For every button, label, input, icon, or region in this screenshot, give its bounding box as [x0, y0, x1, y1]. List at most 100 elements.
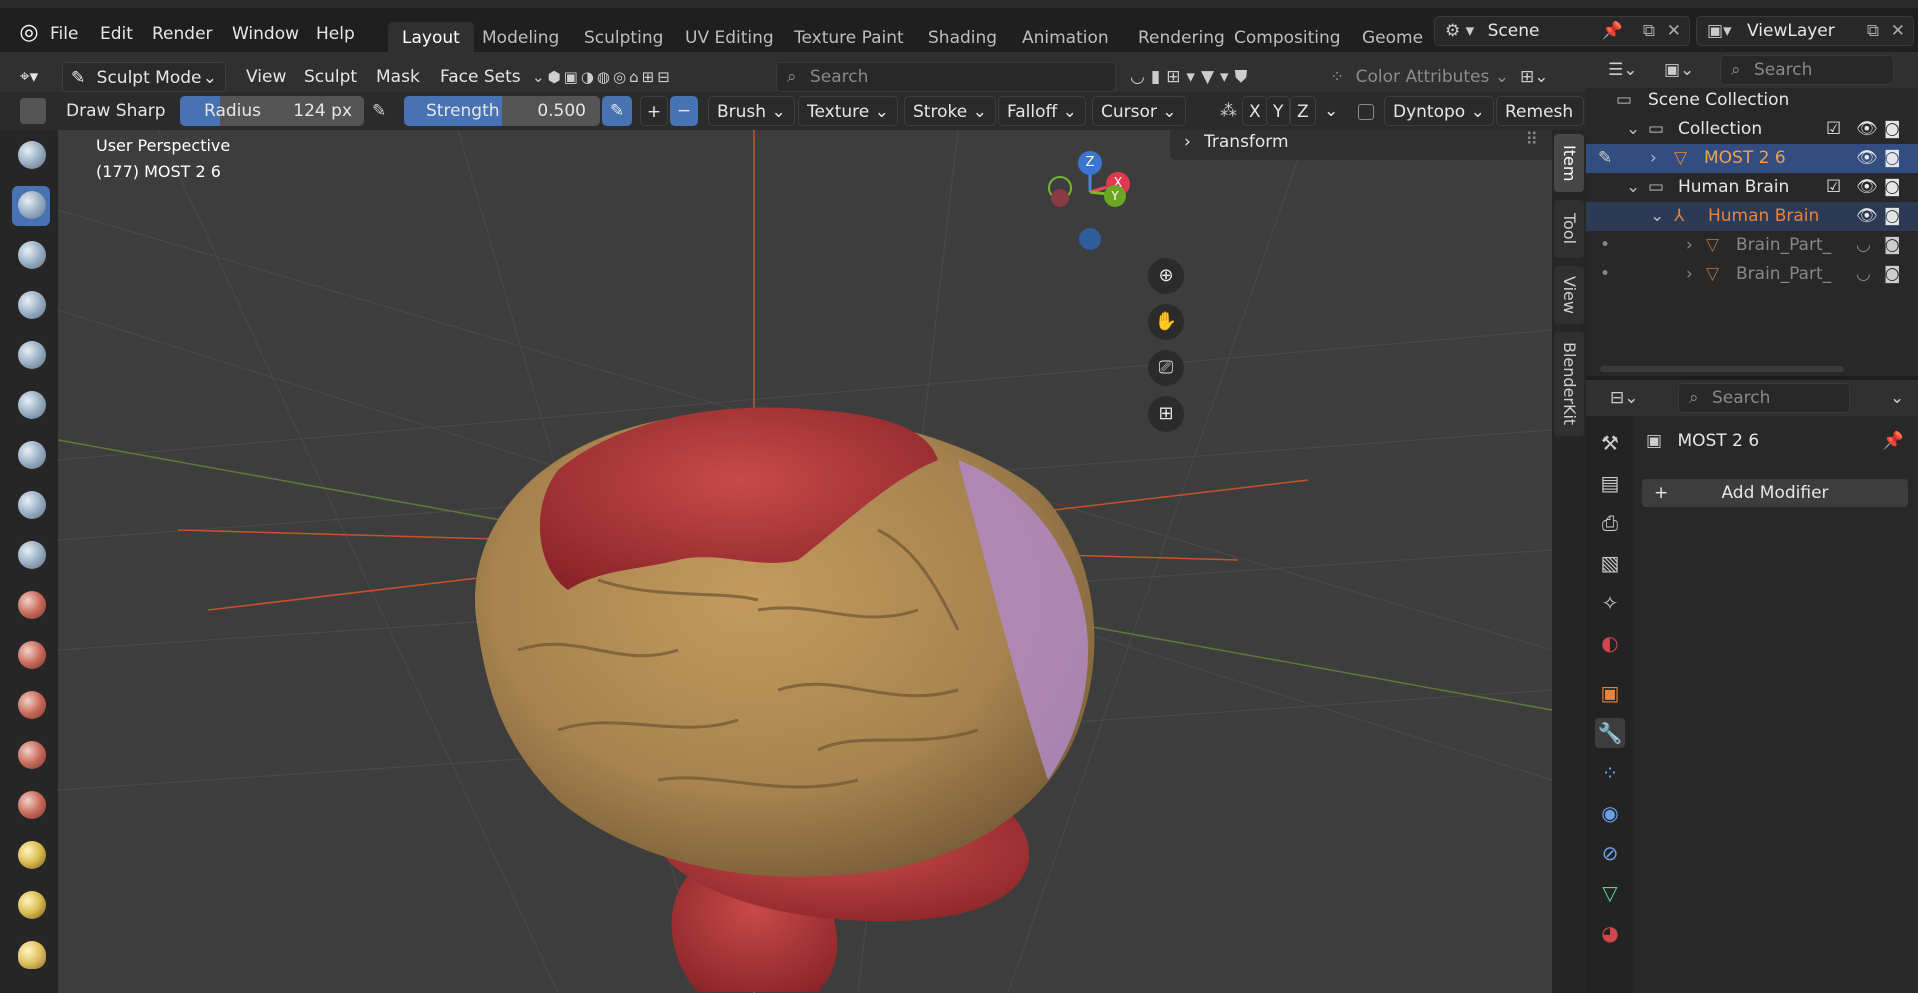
properties-editor-icon[interactable]: ⊟⌄: [1602, 383, 1647, 413]
transform-panel[interactable]: › Transform ⠿: [1170, 130, 1552, 160]
viewlayer-selector[interactable]: ▣▾ ViewLayer ⧉ ✕: [1696, 16, 1914, 46]
chevron-right-icon[interactable]: ›: [1686, 231, 1693, 260]
symmetry-y-toggle[interactable]: Y: [1266, 96, 1291, 126]
camera-icon[interactable]: ◙: [1884, 231, 1901, 260]
tab-sculpting[interactable]: Sculpting: [570, 22, 677, 54]
outliner-row-brain-part-1[interactable]: • › ▽ Brain_Part_ ◡ ◙: [1586, 231, 1918, 260]
camera-icon[interactable]: ◙: [1884, 202, 1901, 231]
scene-selector[interactable]: ⚙ ▾ Scene 📌 ⧉ ✕: [1434, 16, 1690, 46]
outliner-row-most26[interactable]: ✎ › ▽ MOST 2 6 👁 ◙: [1586, 144, 1918, 173]
tool-crease[interactable]: [12, 536, 50, 576]
menu-view[interactable]: View: [238, 62, 294, 92]
menu-sculpt[interactable]: Sculpt: [296, 62, 365, 92]
navigation-gizmo[interactable]: Z X Y: [1038, 140, 1178, 270]
world-tab-icon[interactable]: ◐: [1595, 628, 1625, 658]
output-tab-icon[interactable]: ⎙: [1595, 508, 1625, 538]
delete-scene-icon[interactable]: ✕: [1667, 17, 1681, 45]
material-tab-icon[interactable]: ◕: [1595, 918, 1625, 948]
symmetry-x-toggle[interactable]: X: [1242, 96, 1268, 126]
add-modifier-button[interactable]: + Add Modifier: [1642, 479, 1908, 507]
tool-draw[interactable]: [12, 136, 50, 176]
menu-mask[interactable]: Mask: [368, 62, 428, 92]
camera-view-icon[interactable]: ⎚: [1148, 350, 1184, 386]
drag-handle-icon[interactable]: ⠿: [1526, 130, 1538, 150]
view-layer-tab-icon[interactable]: ▧: [1595, 548, 1625, 578]
brush-thumbnail-icon[interactable]: [20, 98, 46, 124]
dyntopo-checkbox[interactable]: [1358, 104, 1374, 120]
filter-icons[interactable]: ◡▮⊞▾▼▾⛊: [1122, 62, 1261, 92]
scene-tab-icon[interactable]: ✧: [1595, 588, 1625, 618]
symmetry-z-toggle[interactable]: Z: [1290, 96, 1316, 126]
object-tab-icon[interactable]: ▣: [1595, 678, 1625, 708]
eye-closed-icon[interactable]: ◡: [1856, 260, 1871, 289]
tool-blob[interactable]: [12, 486, 50, 526]
tool-clay-strips[interactable]: [12, 286, 50, 326]
mode-selector[interactable]: ✎ Sculpt Mode ⌄: [62, 62, 226, 92]
checkbox-icon[interactable]: ☑: [1826, 173, 1841, 202]
chevron-down-icon[interactable]: ⌄: [1650, 202, 1664, 231]
checkbox-icon[interactable]: ☑: [1826, 115, 1841, 144]
delete-viewlayer-icon[interactable]: ✕: [1891, 17, 1905, 45]
outliner-scene-collection[interactable]: ▭ Scene Collection: [1586, 86, 1918, 115]
eye-closed-icon[interactable]: ◡: [1856, 231, 1871, 260]
camera-icon[interactable]: ◙: [1884, 260, 1901, 289]
chevron-right-icon[interactable]: ›: [1686, 260, 1693, 289]
direction-subtract-button[interactable]: −: [670, 96, 698, 126]
new-viewlayer-icon[interactable]: ⧉: [1867, 17, 1879, 45]
outliner-row-collection[interactable]: ⌄ ▭ Collection ☑ 👁 ◙: [1586, 115, 1918, 144]
chevron-down-icon[interactable]: ⌄: [1626, 173, 1640, 202]
render-tab-icon[interactable]: ▤: [1595, 468, 1625, 498]
tab-texture-paint[interactable]: Texture Paint: [780, 22, 918, 54]
properties-search-input[interactable]: ⌕ Search: [1678, 383, 1850, 413]
tab-view[interactable]: View: [1554, 266, 1584, 324]
color-attributes-selector[interactable]: ⁘ Color Attributes ⌄: [1322, 62, 1517, 92]
tab-compositing[interactable]: Compositing: [1220, 22, 1355, 54]
data-tab-icon[interactable]: ▽: [1595, 878, 1625, 908]
tool-clay[interactable]: [12, 236, 50, 276]
tab-modeling[interactable]: Modeling: [468, 22, 573, 54]
display-mode-icon[interactable]: ▣⌄: [1656, 55, 1702, 85]
remesh-popover[interactable]: Remesh: [1496, 96, 1584, 126]
camera-icon[interactable]: ◙: [1884, 144, 1901, 173]
tool-scrape[interactable]: [12, 736, 50, 776]
tab-animation[interactable]: Animation: [1008, 22, 1123, 54]
menu-help[interactable]: Help: [304, 18, 367, 50]
radius-pressure-icon[interactable]: ✎: [364, 96, 394, 126]
tool-flatten[interactable]: [12, 636, 50, 676]
outliner-row-human-brain-armature[interactable]: ⌄ ⅄ Human Brain 👁 ◙: [1586, 202, 1918, 231]
sculpt-header-icons[interactable]: ⌄⬢▣◑◍◎⌂⊞⊟: [524, 62, 681, 92]
strength-pressure-icon[interactable]: ✎: [602, 96, 633, 126]
tab-shading[interactable]: Shading: [914, 22, 1011, 54]
stroke-popover[interactable]: Stroke ⌄: [904, 96, 996, 126]
pin-icon[interactable]: 📌: [1602, 17, 1623, 45]
symmetry-icon[interactable]: ⁂: [1212, 96, 1245, 126]
tab-geometry-nodes[interactable]: Geome: [1348, 22, 1424, 54]
direction-add-button[interactable]: +: [640, 96, 668, 126]
menu-render[interactable]: Render: [140, 18, 225, 50]
tool-grab[interactable]: [12, 886, 50, 926]
overlay-icon[interactable]: ⊞⌄: [1512, 62, 1557, 92]
tool-multiplane-scrape[interactable]: [12, 786, 50, 826]
particles-tab-icon[interactable]: ⁘: [1595, 758, 1625, 788]
falloff-popover[interactable]: Falloff ⌄: [998, 96, 1086, 126]
editor-type-icon[interactable]: ⌖▾: [12, 62, 46, 92]
cursor-popover[interactable]: Cursor ⌄: [1092, 96, 1186, 126]
tool-inflate[interactable]: [12, 436, 50, 476]
dyntopo-popover[interactable]: Dyntopo ⌄: [1384, 96, 1494, 126]
eye-icon[interactable]: 👁: [1856, 144, 1878, 173]
symmetry-dropdown-icon[interactable]: ⌄: [1316, 96, 1346, 126]
tool-draw-sharp[interactable]: [12, 186, 50, 226]
eye-icon[interactable]: 👁: [1856, 115, 1878, 144]
tool-fill[interactable]: [12, 686, 50, 726]
constraints-tab-icon[interactable]: ⊘: [1595, 838, 1625, 868]
strength-field[interactable]: Strength 0.500: [404, 96, 600, 126]
radius-field[interactable]: Radius 124 px: [180, 96, 364, 126]
perspective-toggle-icon[interactable]: ⊞: [1148, 396, 1184, 432]
tool-clay-thumb[interactable]: [12, 336, 50, 376]
chevron-right-icon[interactable]: ›: [1650, 144, 1657, 173]
tool-tab-icon[interactable]: ⚒: [1595, 428, 1625, 458]
physics-tab-icon[interactable]: ◉: [1595, 798, 1625, 828]
outliner-row-brain-part-2[interactable]: • › ▽ Brain_Part_ ◡ ◙: [1586, 260, 1918, 289]
menu-edit[interactable]: Edit: [88, 18, 145, 50]
tab-item[interactable]: Item: [1554, 134, 1584, 192]
